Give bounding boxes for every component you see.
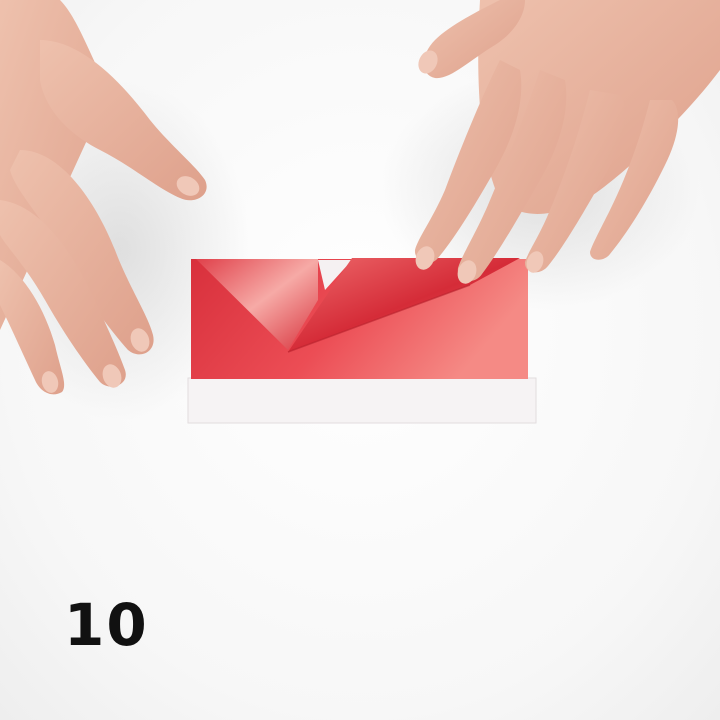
origami-paper — [187, 258, 537, 424]
paper-white-strip — [187, 377, 537, 424]
step-number: 10 — [64, 591, 149, 659]
photo-scene: 10 — [0, 0, 720, 720]
